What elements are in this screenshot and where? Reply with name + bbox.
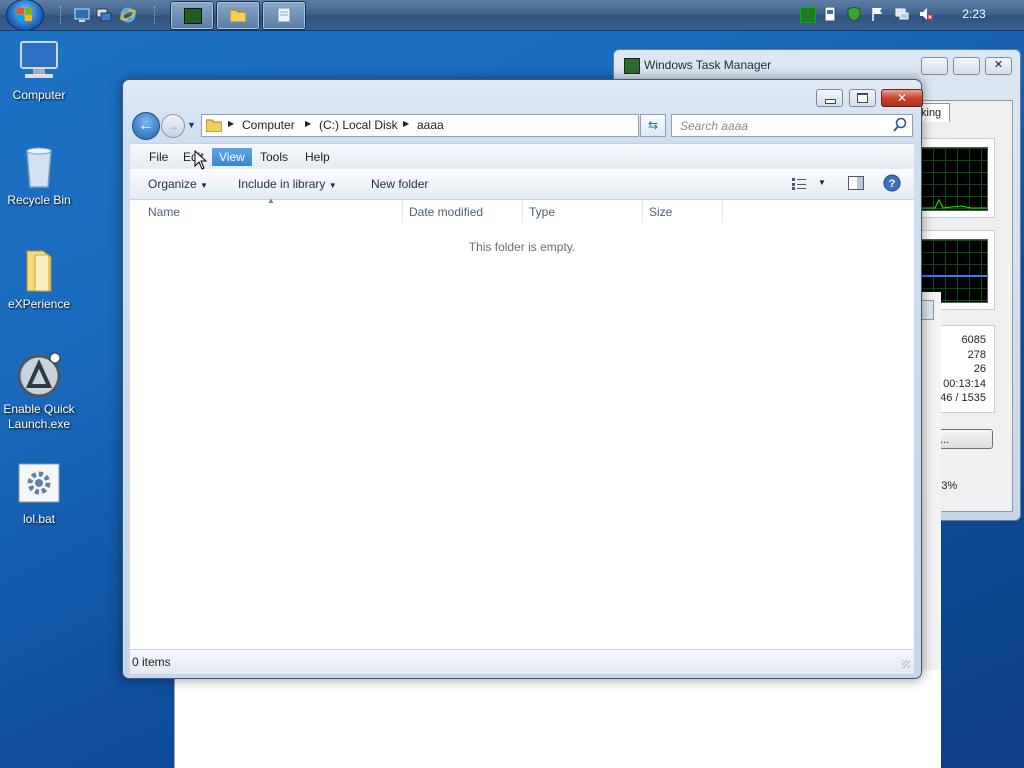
show-desktop-icon[interactable]	[74, 7, 90, 23]
desktop-icon-experience[interactable]: eXPerience	[0, 247, 78, 312]
search-icon[interactable]	[892, 117, 908, 133]
internet-explorer-icon[interactable]	[120, 7, 136, 23]
view-options-dropdown-icon[interactable]: ▼	[818, 178, 826, 187]
mouse-cursor-icon	[194, 150, 208, 170]
quick-launch-separator	[154, 6, 158, 24]
volume-muted-icon[interactable]	[919, 7, 933, 21]
folder-icon	[206, 119, 222, 132]
explorer-window: ✕ ← → ▼ ▶ Computer ▶ (C:) Local Disk ▶ a…	[122, 79, 923, 679]
desktop-icon-label: Recycle Bin	[7, 193, 71, 207]
column-header-size[interactable]: Size	[649, 205, 672, 219]
organize-label: Organize	[148, 177, 197, 191]
window-title: Windows Task Manager	[644, 58, 772, 72]
minimize-button[interactable]	[921, 57, 948, 75]
column-divider[interactable]	[722, 200, 723, 222]
empty-folder-message: This folder is empty.	[468, 240, 576, 254]
search-placeholder: Search aaaa	[680, 119, 749, 133]
batch-file-icon	[15, 462, 63, 510]
taskbar-button-task-manager[interactable]	[170, 1, 214, 30]
breadcrumb-aaaa[interactable]: aaaa	[417, 118, 444, 132]
menu-file[interactable]: File	[142, 148, 175, 166]
chevron-down-icon: ▼	[328, 181, 337, 190]
desktop-icon-computer[interactable]: Computer	[0, 38, 78, 103]
menu-view[interactable]: View	[212, 148, 252, 166]
desktop-icon-label: Enable Quick Launch.exe	[3, 402, 75, 431]
search-box[interactable]: Search aaaa	[671, 114, 913, 137]
column-header-date-modified[interactable]: Date modified	[409, 205, 483, 219]
close-button[interactable]: ✕	[985, 57, 1012, 75]
breadcrumb-arrow-icon[interactable]: ▶	[305, 119, 311, 128]
chevron-down-icon: ▼	[200, 181, 208, 190]
recent-pages-dropdown[interactable]: ▼	[187, 120, 196, 130]
desktop-icon-enable-quick-launch[interactable]: Enable Quick Launch.exe	[0, 352, 78, 432]
address-bar[interactable]: ▶ Computer ▶ (C:) Local Disk ▶ aaaa ▼	[201, 114, 711, 137]
include-in-library-label: Include in library	[238, 177, 326, 191]
task-manager-icon	[184, 8, 202, 24]
desktop-icon-label: eXPerience	[7, 297, 71, 311]
close-button[interactable]: ✕	[881, 89, 923, 107]
menu-bar: File Edit View Tools Help	[130, 143, 914, 169]
desktop-icon-lol-bat[interactable]: lol.bat	[0, 462, 78, 527]
new-folder-button[interactable]: New folder	[371, 177, 428, 191]
application-icon	[15, 352, 63, 400]
switch-windows-icon[interactable]	[96, 7, 112, 23]
change-view-icon[interactable]	[792, 178, 808, 190]
folder-icon	[230, 9, 246, 22]
breadcrumb-arrow-icon[interactable]: ▶	[228, 119, 234, 128]
minimize-button[interactable]	[816, 89, 843, 107]
menu-help[interactable]: Help	[298, 148, 337, 166]
breadcrumb-local-disk[interactable]: (C:) Local Disk	[319, 118, 398, 132]
task-manager-icon	[624, 58, 640, 74]
svg-text:?: ?	[889, 178, 896, 190]
preview-pane-icon[interactable]	[848, 176, 864, 190]
performance-icon[interactable]	[800, 7, 816, 23]
cpu-history-graph	[917, 138, 995, 218]
maximize-button[interactable]	[849, 89, 876, 107]
notepad-icon	[277, 8, 291, 22]
quick-launch-separator	[60, 6, 64, 24]
sort-indicator-icon: ▲	[267, 196, 275, 205]
taskbar-button-explorer[interactable]	[216, 1, 260, 30]
recycle-bin-icon	[15, 143, 63, 191]
background-document-window	[174, 670, 941, 768]
breadcrumb-computer[interactable]: Computer	[242, 118, 295, 132]
folder-icon	[15, 247, 63, 295]
forward-button[interactable]: →	[161, 114, 185, 138]
organize-button[interactable]: Organize ▼	[148, 177, 208, 191]
breadcrumb-arrow-icon[interactable]: ▶	[403, 119, 409, 128]
column-divider[interactable]	[522, 200, 523, 222]
desktop-icon-recycle-bin[interactable]: Recycle Bin	[0, 143, 78, 208]
resize-grip-icon[interactable]	[902, 660, 910, 668]
desktop-icon-label: lol.bat	[22, 512, 56, 526]
refresh-button[interactable]: ⇆	[640, 114, 666, 137]
taskbar-button-notepad[interactable]	[262, 1, 306, 30]
back-button[interactable]: ←	[132, 112, 160, 140]
windows-logo-icon	[17, 8, 32, 21]
clock[interactable]: 2:23	[954, 7, 994, 21]
file-list[interactable]: Name ▲ Date modified Type Size This fold…	[130, 196, 914, 649]
column-header-name[interactable]: Name	[148, 205, 180, 219]
menu-tools[interactable]: Tools	[253, 148, 295, 166]
action-center-flag-icon[interactable]	[871, 7, 885, 21]
network-icon[interactable]	[895, 7, 909, 21]
include-in-library-button[interactable]: Include in library ▼	[238, 177, 337, 191]
item-count: 0 items	[132, 655, 171, 669]
start-button[interactable]	[6, 0, 44, 31]
column-divider[interactable]	[642, 200, 643, 222]
column-divider[interactable]	[402, 200, 403, 222]
document-icon[interactable]	[823, 7, 837, 21]
desktop-icon-label: Computer	[12, 88, 66, 102]
status-bar: 0 items	[130, 649, 914, 674]
column-header-type[interactable]: Type	[529, 205, 555, 219]
taskbar: 2:23	[0, 0, 1024, 31]
help-icon[interactable]: ?	[883, 174, 901, 192]
command-bar: Organize ▼ Include in library ▼ New fold…	[130, 169, 914, 200]
security-shield-icon[interactable]	[847, 7, 861, 21]
maximize-button[interactable]	[953, 57, 980, 75]
computer-icon	[15, 38, 63, 86]
